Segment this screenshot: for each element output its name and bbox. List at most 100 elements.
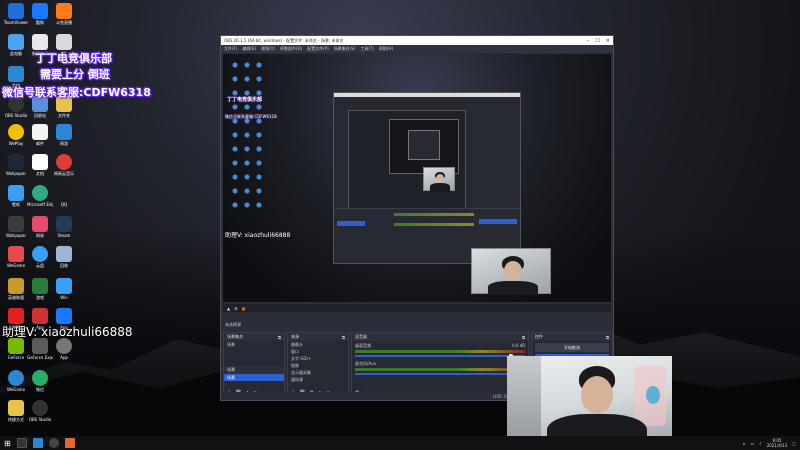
audio-meter [355,350,525,353]
menu-help[interactable]: 帮助(H) [379,46,393,52]
menu-file[interactable]: 文件(F) [224,46,237,52]
taskbar: ⊞ ∧ ▭ ♪ 9:05 2021/4/13 ▢ [0,436,800,450]
desktop-icon-lol[interactable]: 英雄联盟 [3,278,29,301]
lock-icon[interactable]: ▲ [227,306,230,311]
settings-icon[interactable]: ⚙ [234,306,238,311]
desktop-icon-netflix[interactable]: 网易 [27,216,53,239]
scenes-subheader: 场景 [224,366,284,374]
preview-overlay-text3: 微信号联系客服:CDFW6318 [225,114,277,119]
desktop-icon-douyu[interactable]: 斗鱼直播 [51,3,77,26]
menu-scene-collection[interactable]: 场景集合(S) [334,46,356,52]
taskbar-app-icon[interactable] [32,438,43,448]
volume-icon[interactable]: ♪ [759,441,762,446]
desktop-icon-pumpkin[interactable]: WePlay [3,124,29,146]
menu-profile[interactable]: 配置文件(P) [307,46,329,52]
desktop-icon-app7[interactable]: 快捷方式 [3,400,29,423]
desktop-icon-wallpaper[interactable]: 壁纸 [3,185,29,208]
desktop-icon-game2[interactable]: 游戏 [27,278,53,301]
nested-obs-titlebar [334,93,520,97]
obs-menubar: 文件(F) 编辑(E) 视图(V) 停靠部件(D) 配置文件(P) 场景集合(S… [221,45,613,53]
taskbar-obs-icon[interactable] [48,438,59,448]
scene-item-selected[interactable]: 场景 [224,374,284,381]
mixer-channel-mic: 麦克风/Aux0.0 dB [352,359,528,377]
desktop-icon-obs2[interactable]: OBS Studio [27,400,53,422]
windows-start-icon[interactable]: ⊞ [4,439,11,448]
filter-icon[interactable]: ■ [242,306,246,311]
desktop-icon-doc2[interactable]: 文档 [27,154,53,177]
menu-docks[interactable]: 停靠部件(D) [280,46,302,52]
nested-webcam-inner [423,167,455,192]
mixer-channel-desktop: 桌面音频 0.0 dB [352,341,528,359]
source-item[interactable]: 媒体源 [288,376,348,383]
source-item[interactable]: 摄像头 [288,341,348,348]
preview-overlay-text: 丁丁电竞俱乐部 [227,97,263,103]
network-icon[interactable]: ▭ [750,441,754,446]
preview-desktop-icons [229,58,263,208]
no-source-label: 未选择源 [225,322,241,327]
desktop-icon-pc[interactable]: 此电脑 [3,34,29,57]
start-streaming-button[interactable]: 开始推流 [535,343,609,352]
obs-title-text: OBS 26.1.1 (64-bit, windows) - 配置文件: 未命名… [224,37,344,43]
wechat-assistant-text: 助理V: xiaozhuli66888 [2,325,133,339]
desktop-icon-wegame[interactable]: WeGame [3,246,29,268]
desktop-icon-wechat[interactable]: 微信 [27,370,53,393]
sources-dock: 来源⧉ 摄像头 窗口 文字 GDI+ 图像 显示器采集 媒体源 + 🗑 ⚙ ∧ … [287,332,349,398]
obs-preview-toolbar: ▲ ⚙ ■ [223,304,611,312]
source-item[interactable]: 窗口 [288,348,348,355]
controls-dock-header: 控件 ⧉ [532,333,612,341]
desktop-icon-app6[interactable]: App [51,338,77,360]
source-item[interactable]: 显示器采集 [288,369,348,376]
desktop-icon-geforce[interactable]: GeForce Experience [27,338,53,360]
desktop-icon-steamcn[interactable]: Wallpaper [3,154,29,176]
dock-undock-icon[interactable]: ⧉ [278,335,281,340]
clock[interactable]: 9:05 2021/4/13 [767,438,788,448]
overlay-text-line3: 微信号联系客服:CDFW6318 [2,86,151,99]
desktop-icon-qq[interactable]: QQ [51,185,77,207]
desktop-icon-nvidia[interactable]: GeForce [3,338,29,360]
tray-chevron-icon[interactable]: ∧ [742,441,745,446]
taskbar-app2-icon[interactable] [64,438,75,448]
desktop-icon-teamviewer[interactable]: TeamViewer [3,3,29,25]
volume-slider[interactable] [355,372,525,376]
desktop-icon-edge[interactable]: Microsoft Edge [27,185,53,207]
obs-window: OBS 26.1.1 (64-bit, windows) - 配置文件: 未命名… [220,35,614,401]
desktop-icon-kugou[interactable]: 酷狗 [27,3,53,26]
maximize-icon[interactable]: ☐ [595,38,599,44]
desktop-icon-win[interactable]: Win [51,278,77,300]
nested-preview-inner [389,119,459,174]
mixer-dock: 混音器⧉ 桌面音频0.0 dB 麦克风/Aux0.0 dB ⚙ ⋮ [351,332,529,398]
sources-dock-header: 来源 ⧉ [288,333,348,341]
preview-wechat-text: 助理V: xiaozhuli66888 [225,232,291,239]
desktop-icon-mail[interactable]: 邮件 [27,124,53,147]
system-tray: ∧ ▭ ♪ 9:05 2021/4/13 ▢ [742,438,796,448]
webcam-person-face [581,376,613,414]
volume-slider[interactable] [355,354,525,358]
mixer-dock-header: 混音器 ⧉ [352,333,528,341]
desktop-icon-wegame2[interactable]: WeGame [3,370,29,392]
desktop-icon-app3[interactable]: Wallpaper [3,216,29,238]
desktop-icon-steam[interactable]: Steam [51,216,77,238]
desktop-icon-netease[interactable]: 网易云音乐 [51,154,77,177]
scenes-dock: 场景集合⧉ 场景 场景 场景 + 🗑 ∧ ∨ [223,332,285,398]
desktop-icon-trash[interactable]: 回收 [51,246,77,269]
menu-edit[interactable]: 编辑(E) [242,46,256,52]
source-item[interactable]: 图像 [288,362,348,369]
desktop-icon-bluegame[interactable]: 网游 [51,124,77,147]
search-icon[interactable] [16,438,27,448]
preview-nested-obs-inner [348,110,466,214]
audio-meter [355,368,525,371]
notification-icon[interactable]: ▢ [792,441,796,446]
scene-collection-item[interactable]: 场景 [224,341,284,348]
minimize-icon[interactable]: – [587,38,590,44]
close-icon[interactable]: ✕ [606,38,610,44]
preview-webcam [471,248,551,295]
webcam-background-toy [646,386,660,404]
menu-tools[interactable]: 工具(T) [360,46,374,52]
source-item[interactable]: 文字 GDI+ [288,355,348,362]
overlay-text-line2: 需要上分 倒班 [40,68,110,81]
desktop-icon-cloud[interactable]: 云盘 [27,246,53,269]
scenes-dock-header: 场景集合 ⧉ [224,333,284,341]
preview-nested-obs [333,92,521,264]
obs-preview[interactable]: 丁丁电竞俱乐部 微信号联系客服:CDFW6318 助理V: xiaozhuli6… [223,54,611,302]
menu-view[interactable]: 视图(V) [261,46,275,52]
